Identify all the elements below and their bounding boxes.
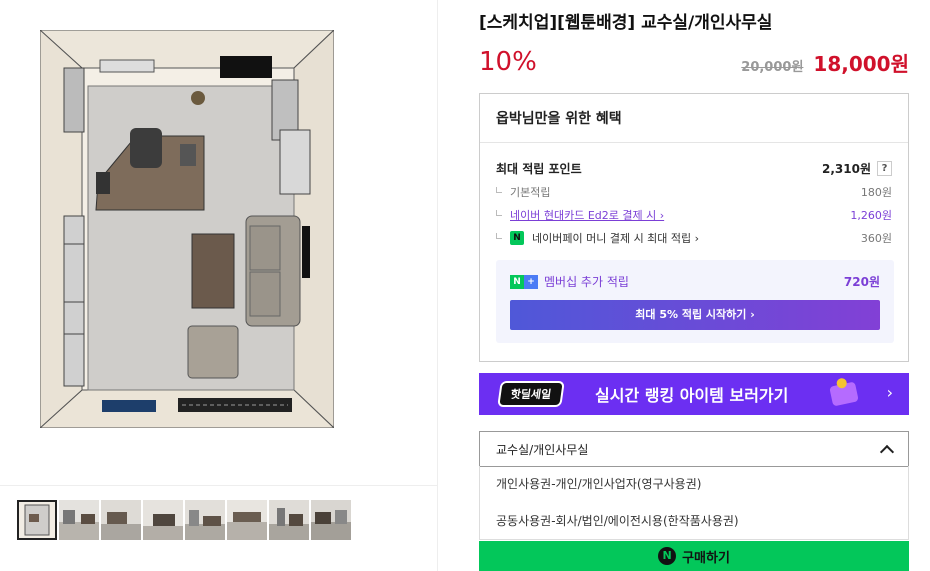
chevron-right-icon: › [886, 383, 893, 402]
hotdeal-logo: 핫딜세일 [497, 381, 565, 407]
thumbnail-3[interactable] [101, 500, 141, 540]
buy-button[interactable]: N 구매하기 [479, 541, 909, 571]
thumbnail-strip [17, 500, 351, 540]
thumbnail-6[interactable] [227, 500, 267, 540]
banner-text: 실시간 랭킹 아이템 보러가기 [595, 386, 789, 405]
help-icon[interactable]: ? [877, 161, 892, 176]
thumbnail-5[interactable] [185, 500, 225, 540]
naverpay-n-icon: N [658, 547, 677, 565]
membership-box: N + 멤버십 추가 적립 720원 최대 5% 적립 시작하기 › [496, 260, 894, 343]
naverpay-icon: N [510, 231, 524, 245]
thumbnail-1[interactable] [17, 500, 57, 540]
indent-icon [496, 233, 502, 239]
points-item-value: 180원 [860, 186, 892, 199]
ranking-banner[interactable]: 핫딜세일 실시간 랭킹 아이템 보러가기 › [479, 373, 909, 415]
thumbnail-4[interactable] [143, 500, 183, 540]
option-item-company[interactable]: 공동사용권-회사/법인/에이전시용(한작품사용권) [480, 503, 908, 540]
membership-label: 멤버십 추가 적립 [544, 275, 629, 289]
membership-value: 720원 [843, 275, 880, 289]
start-points-button[interactable]: 최대 5% 적립 시작하기 › [510, 300, 880, 330]
card-benefit-link[interactable]: 네이버 현대카드 Ed2로 결제 시 › [510, 207, 664, 223]
product-gallery [0, 0, 438, 571]
naver-plus-icon: N + [510, 274, 538, 289]
sale-price: 18,000원 [813, 52, 909, 76]
npay-benefit-link[interactable]: 네이버페이 머니 결제 시 최대 적립 › [532, 230, 699, 246]
thumbnail-8[interactable] [311, 500, 351, 540]
discount-rate: 10% [479, 47, 537, 77]
thumbnail-7[interactable] [269, 500, 309, 540]
points-item-npay[interactable]: N 네이버페이 머니 결제 시 최대 적립 › 360원 [496, 230, 892, 246]
price-row: 20,000원 18,000원 [741, 48, 909, 77]
points-item-card[interactable]: 네이버 현대카드 Ed2로 결제 시 › 1,260원 [496, 207, 892, 223]
indent-icon [496, 210, 502, 216]
option-select[interactable]: 교수실/개인사무실 [479, 431, 909, 467]
indent-icon [496, 187, 502, 193]
office-floorplan-image[interactable] [40, 30, 334, 428]
max-points-label: 최대 적립 포인트 [496, 162, 582, 176]
max-points-row: 최대 적립 포인트 2,310원 ? [496, 160, 892, 177]
points-item-basic: 기본적립 180원 [496, 184, 892, 200]
points-item-value: 360원 [860, 232, 892, 245]
buy-button-label: 구매하기 [682, 550, 730, 566]
points-item-label: 기본적립 [510, 186, 551, 199]
original-price: 20,000원 [741, 60, 804, 75]
points-item-value: 1,260원 [850, 209, 892, 222]
option-list: 개인사용권-개인/개인사업자(영구사용권) 공동사용권-회사/법인/에이전시용(… [479, 466, 909, 540]
product-title: [스케치업][웹툰배경] 교수실/개인사무실 [479, 13, 773, 33]
option-selected-value: 교수실/개인사무실 [496, 442, 589, 457]
membership-row: N + 멤버십 추가 적립 720원 [510, 273, 880, 290]
thumbnail-2[interactable] [59, 500, 99, 540]
gift-icon [829, 381, 859, 407]
option-item-personal[interactable]: 개인사용권-개인/개인사업자(영구사용권) [480, 466, 908, 503]
max-points-value: 2,310원 [822, 162, 871, 176]
benefit-heading: 옵박님만을 위한 혜택 [480, 94, 908, 143]
benefit-box: 옵박님만을 위한 혜택 최대 적립 포인트 2,310원 ? 기본적립 180원… [479, 93, 909, 362]
chevron-up-icon[interactable] [879, 444, 895, 459]
gallery-divider [0, 485, 438, 486]
